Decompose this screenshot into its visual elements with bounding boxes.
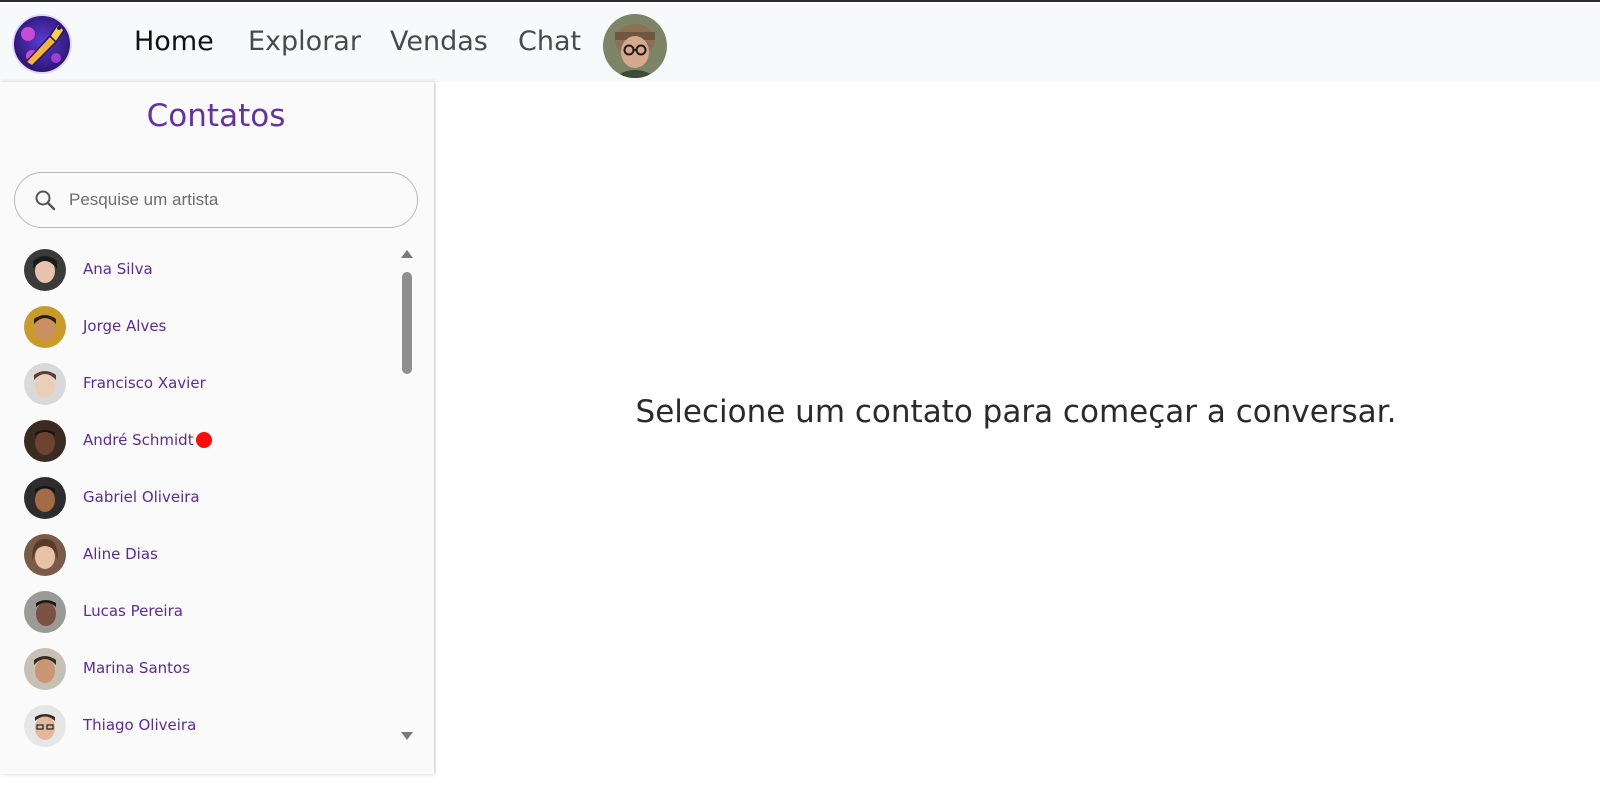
contact-item-ana-silva[interactable]: Ana Silva [0, 244, 390, 298]
scroll-thumb[interactable] [402, 272, 412, 374]
contact-list: Ana Silva Jorge Alves Francisco Xavier A… [0, 244, 416, 754]
contact-name: Aline Dias [83, 545, 158, 563]
app-window: Home Explorar Vendas Chat Contatos Pesqu… [0, 0, 1600, 786]
avatar [24, 534, 66, 576]
contact-item-lucas-pereira[interactable]: Lucas Pereira [0, 586, 390, 640]
contact-name: André Schmidt [83, 431, 212, 449]
contact-item-jorge-alves[interactable]: Jorge Alves [0, 301, 390, 355]
empty-chat-message: Selecione um contato para começar a conv… [635, 394, 1397, 430]
avatar [24, 648, 66, 690]
app-logo-icon[interactable] [12, 14, 72, 74]
nav-chat[interactable]: Chat [518, 24, 581, 60]
search-box[interactable] [14, 172, 418, 228]
contact-item-marina-santos[interactable]: Marina Santos [0, 643, 390, 697]
contact-item-aline-dias[interactable]: Aline Dias [0, 529, 390, 583]
profile-avatar[interactable] [603, 14, 667, 78]
avatar [24, 420, 66, 462]
search-icon [33, 188, 57, 212]
avatar [24, 591, 66, 633]
avatar [24, 363, 66, 405]
contacts-title: Contatos [146, 98, 286, 134]
avatar [24, 705, 66, 747]
contact-name: Lucas Pereira [83, 602, 183, 620]
chat-main-panel: Selecione um contato para começar a conv… [436, 82, 1600, 774]
contact-item-thiago-oliveira[interactable]: Thiago Oliveira [0, 700, 390, 754]
contacts-scrollbar[interactable] [398, 244, 416, 754]
contact-name: Francisco Xavier [83, 374, 206, 392]
scroll-down-arrow-icon[interactable] [401, 732, 413, 740]
avatar [24, 249, 66, 291]
contact-item-francisco-xavier[interactable]: Francisco Xavier [0, 358, 390, 412]
avatar [24, 306, 66, 348]
scroll-up-arrow-icon[interactable] [401, 250, 413, 258]
contact-name: Jorge Alves [83, 317, 167, 335]
contact-name: Gabriel Oliveira [83, 488, 200, 506]
unread-indicator [195, 432, 212, 448]
nav-home[interactable]: Home [134, 24, 214, 60]
contact-name: Marina Santos [83, 659, 191, 677]
contact-item-andre-schmidt[interactable]: André Schmidt [0, 415, 390, 469]
contacts-sidebar: Contatos Ana Silva Jorge A [0, 82, 434, 774]
nav-explorar[interactable]: Explorar [248, 24, 361, 60]
avatar [24, 477, 66, 519]
top-navbar: Home Explorar Vendas Chat [0, 4, 1600, 82]
nav-vendas[interactable]: Vendas [390, 24, 488, 60]
contact-name: Thiago Oliveira [83, 716, 197, 734]
contact-name: Ana Silva [83, 260, 153, 278]
contact-item-gabriel-oliveira[interactable]: Gabriel Oliveira [0, 472, 390, 526]
search-input[interactable] [69, 183, 399, 217]
